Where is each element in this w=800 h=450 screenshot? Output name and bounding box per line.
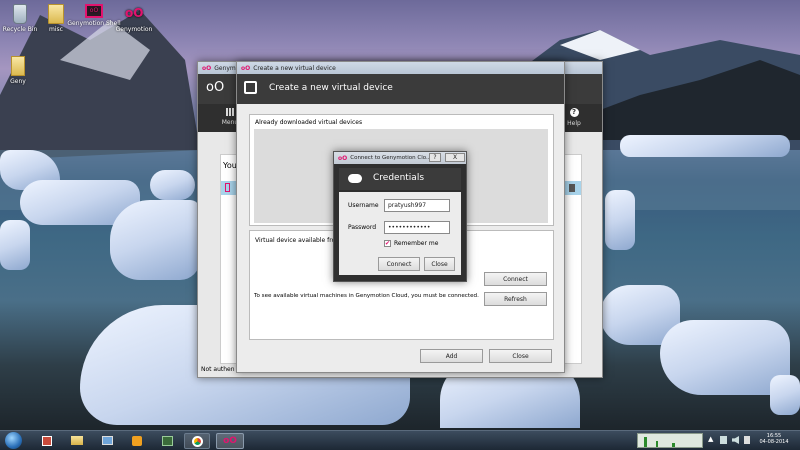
credentials-dialog: oO Connect to Genymotion Clo... ? X Cred… [333,151,467,282]
computer-icon[interactable] [94,433,120,449]
desktop-icon-genymotion[interactable]: oO Genymotion [106,4,162,33]
close-title-button[interactable]: X [445,153,465,162]
downloaded-devices-label: Already downloaded virtual devices [255,119,363,126]
network-icon[interactable] [720,436,727,444]
credentials-close-button[interactable]: Close [424,257,455,271]
genymotion-taskbar-icon[interactable]: oO [216,433,244,449]
credentials-heading: Credentials [373,173,425,183]
credentials-dialog-titlebar[interactable]: oO Connect to Genymotion Clo... ? X [334,152,466,164]
help-label: Help [567,120,581,127]
terminal-icon[interactable] [154,433,180,449]
chrome-icon[interactable] [184,433,210,449]
credentials-connect-button[interactable]: Connect [378,257,420,271]
username-field[interactable]: pratyush997 [384,199,450,212]
remember-me-label: Remember me [394,240,439,247]
credentials-form: Username pratyush997 Password ••••••••••… [339,192,461,275]
tray-expand-icon[interactable]: ▲ [708,435,713,443]
help-button[interactable]: ? Help [564,106,584,127]
create-dialog-titlebar[interactable]: oO Create a new virtual device [237,62,564,74]
grid-menu-icon [226,108,234,116]
refresh-button[interactable]: Refresh [484,292,547,306]
genymotion-icon: oO [125,6,144,20]
add-device-icon [244,81,257,94]
start-orb-icon[interactable] [5,432,22,449]
device-icon [225,183,230,192]
app-icon[interactable] [34,433,60,449]
desktop-icon-label: Geny [10,78,26,85]
clock-date: 04-08-2014 [759,439,789,445]
genymotion-logo-icon: oO [338,154,348,162]
remember-me-checkbox[interactable]: ✔ Remember me [384,240,438,247]
username-label: Username [348,202,379,209]
desktop-icon-label: misc [49,26,63,33]
add-button[interactable]: Add [420,349,483,363]
genymotion-logo-icon: oO [202,64,212,72]
connect-info-text: To see available virtual machines in Gen… [254,293,479,299]
network-activity-graph [637,433,703,448]
credentials-titlebar-title: Connect to Genymotion Clo... [350,155,432,161]
password-label: Password [348,224,377,231]
cloud-icon [348,174,362,183]
flag-icon[interactable] [744,436,750,444]
close-button[interactable]: Close [489,349,552,363]
clock[interactable]: 16:55 04-08-2014 [752,433,796,445]
help-title-button[interactable]: ? [429,153,441,162]
cloud-devices-label: Virtual device available fro [255,237,336,244]
devices-heading: You [223,161,237,170]
folder-icon [11,56,25,76]
help-icon: ? [569,108,579,117]
recycle-bin-icon [13,4,27,24]
explorer-folder-icon[interactable] [64,433,90,449]
create-dialog-titlebar-title: Create a new virtual device [253,64,336,72]
password-field[interactable]: •••••••••••• [384,221,450,234]
desktop-icon-label: Genymotion [115,26,153,33]
desktop-icon-geny[interactable]: Geny [0,56,46,85]
connect-button[interactable]: Connect [484,272,547,286]
status-text: Not authen [201,366,235,373]
create-dialog-heading: Create a new virtual device [269,83,393,93]
create-dialog-header: Create a new virtual device [237,74,564,104]
genymotion-logo: oO [206,80,225,95]
media-player-icon[interactable] [124,433,150,449]
delete-device-icon[interactable] [569,184,575,192]
taskbar: oO ▲ 16:55 04-08-2014 [0,430,800,450]
genymotion-shell-icon: oO [85,4,103,18]
folder-icon [48,4,64,24]
genymotion-logo-icon: oO [241,64,251,72]
credentials-header: Credentials [339,168,461,190]
volume-icon[interactable] [732,436,739,444]
checkmark-icon: ✔ [384,240,391,247]
